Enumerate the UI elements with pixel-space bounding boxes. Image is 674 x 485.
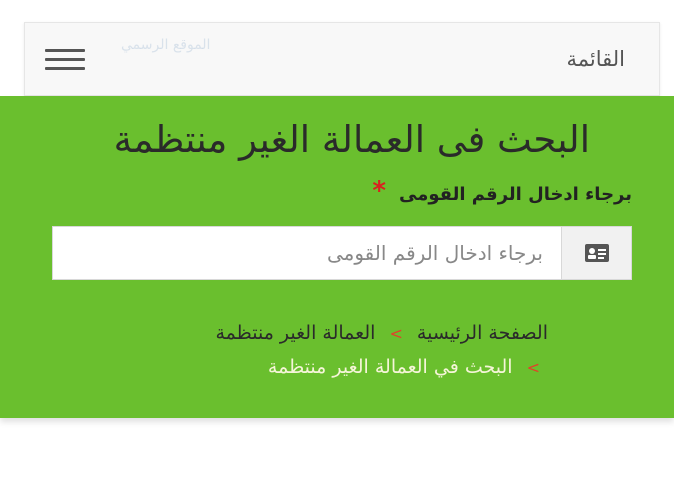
breadcrumb-current: البحث في العمالة الغير منتظمة: [267, 356, 513, 378]
top-navbar: الموقع الرسمي القائمة: [24, 22, 660, 96]
national-id-input-group: [52, 226, 632, 280]
breadcrumb-home-link[interactable]: الصفحة الرئيسية: [417, 322, 548, 344]
id-card-icon-svg: [584, 244, 609, 262]
menu-title[interactable]: القائمة: [567, 47, 626, 71]
id-card-icon: [561, 227, 631, 279]
national-id-label: برجاء ادخال الرقم القومى: [399, 184, 632, 205]
breadcrumb-separator: >: [526, 358, 540, 377]
breadcrumb-section-link[interactable]: العمالة الغير منتظمة: [215, 322, 375, 344]
breadcrumb-row: الصفحة الرئيسية > العمالة الغير منتظمة: [128, 322, 548, 356]
page-title: البحث فى العمالة الغير منتظمة: [113, 118, 590, 161]
national-id-input[interactable]: [53, 227, 561, 279]
breadcrumb-separator: >: [389, 324, 403, 343]
hamburger-line: [45, 67, 85, 70]
hamburger-line: [45, 58, 85, 61]
breadcrumb: الصفحة الرئيسية > العمالة الغير منتظمة >…: [128, 322, 548, 390]
hamburger-icon[interactable]: [45, 47, 85, 73]
required-marker: *: [372, 176, 386, 206]
search-panel: البحث فى العمالة الغير منتظمة برجاء ادخا…: [0, 96, 674, 418]
breadcrumb-row: > البحث في العمالة الغير منتظمة: [128, 356, 548, 390]
watermark-text: الموقع الرسمي: [121, 37, 211, 53]
page: الموقع الرسمي القائمة البحث فى العمالة ا…: [0, 0, 674, 485]
hamburger-line: [45, 49, 85, 52]
